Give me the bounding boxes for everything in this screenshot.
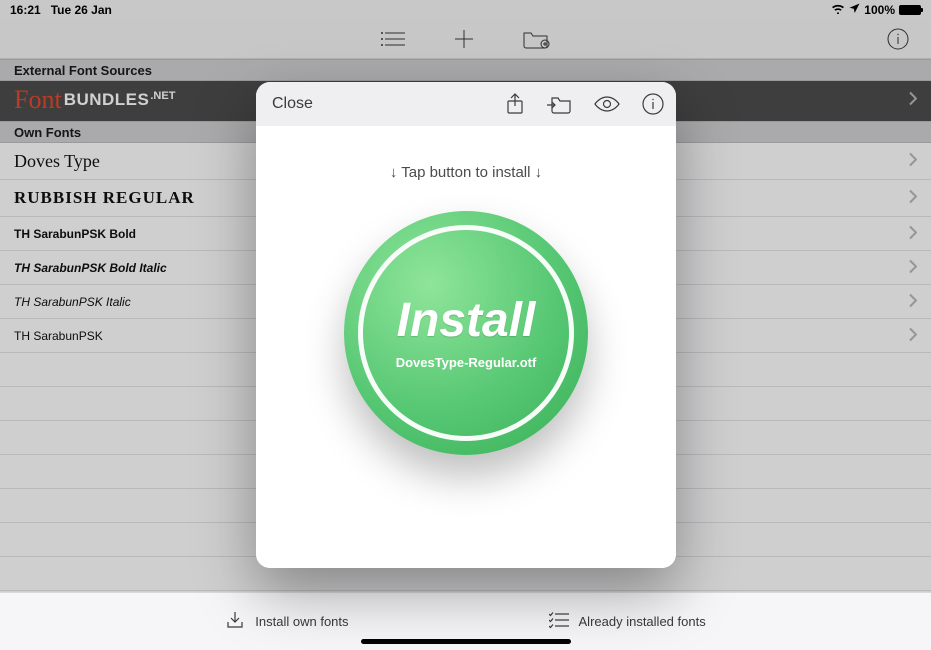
download-icon — [225, 610, 245, 633]
checklist-icon — [549, 611, 569, 632]
install-own-fonts-button[interactable]: Install own fonts — [225, 610, 348, 633]
install-font-button[interactable]: Install DovesType-Regular.otf — [344, 211, 588, 455]
install-font-modal: Close ↓ Tap button to install ↓ Install — [256, 82, 676, 568]
install-own-fonts-label: Install own fonts — [255, 614, 348, 629]
already-installed-label: Already installed fonts — [579, 614, 706, 629]
install-button-title: Install — [397, 297, 536, 345]
install-button-filename: DovesType-Regular.otf — [396, 355, 537, 370]
home-indicator[interactable] — [361, 639, 571, 644]
close-button[interactable]: Close — [272, 95, 313, 113]
modal-toolbar: Close — [256, 82, 676, 126]
share-icon[interactable] — [506, 93, 524, 115]
bottom-toolbar: Install own fonts Already installed font… — [0, 592, 931, 650]
import-folder-icon[interactable] — [546, 94, 572, 114]
modal-info-icon[interactable] — [642, 93, 664, 115]
already-installed-button[interactable]: Already installed fonts — [549, 611, 706, 632]
install-hint: ↓ Tap button to install ↓ — [390, 164, 542, 181]
preview-eye-icon[interactable] — [594, 96, 620, 112]
